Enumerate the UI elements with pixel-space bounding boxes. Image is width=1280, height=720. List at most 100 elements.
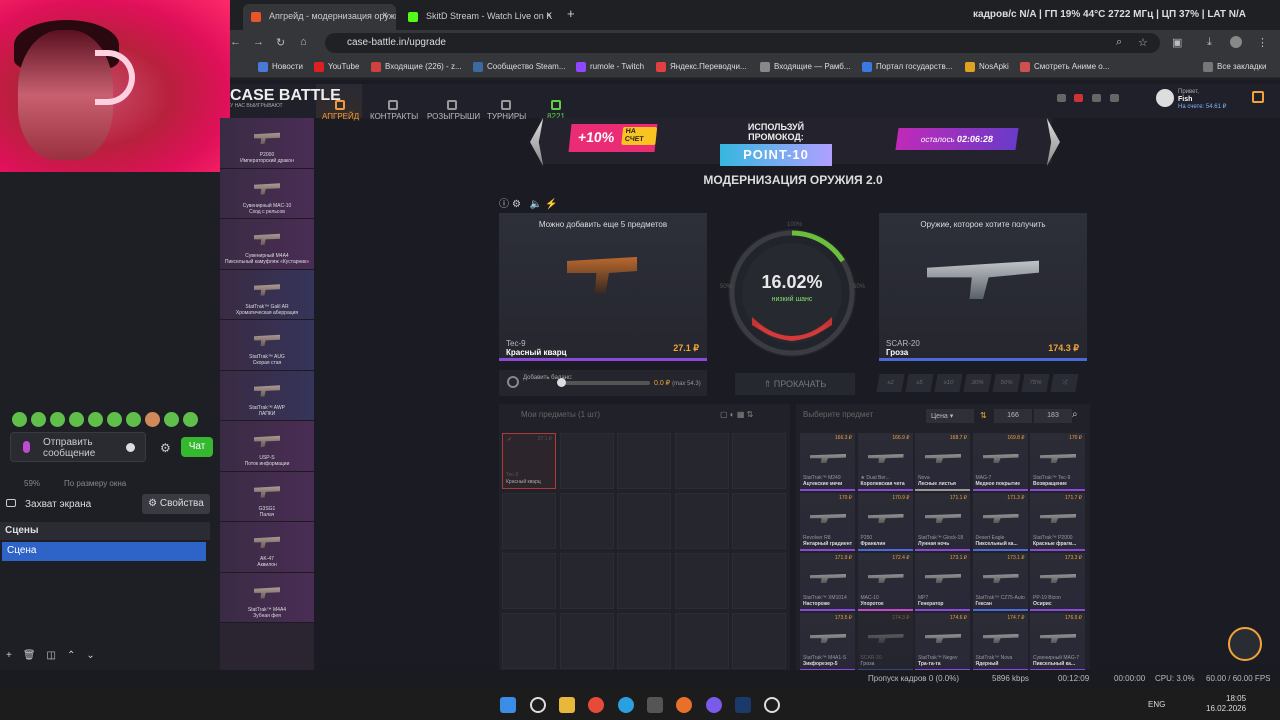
down-icon[interactable]: ⌄	[86, 650, 94, 661]
upgrade-button[interactable]: ⇑ ПРОКАЧАТЬ	[735, 373, 855, 395]
drop-item[interactable]: USP-S Поток информации	[220, 421, 314, 472]
cart-icon[interactable]	[1252, 91, 1264, 103]
empty-slot[interactable]	[502, 493, 556, 549]
fit-mode[interactable]: По размеру окна	[64, 479, 126, 488]
price-to-input[interactable]: 183	[1034, 409, 1072, 423]
multiplier-30[interactable]: 30%	[963, 374, 992, 392]
youtube-icon[interactable]	[1074, 94, 1083, 102]
back-icon[interactable]: ←	[230, 36, 241, 48]
drop-item[interactable]: P2000 Императорский дракон	[220, 118, 314, 169]
search-icon[interactable]: ⌕	[1072, 409, 1078, 420]
bookmark-item[interactable]: rumole - Twitch	[576, 62, 644, 72]
info-icon[interactable]: ⓘ	[499, 199, 512, 210]
balance-slider[interactable]	[560, 381, 650, 385]
drop-item[interactable]: Сувенирный M4A4 Пиксельный камуфляж «Куст…	[220, 219, 314, 270]
empty-slot[interactable]	[732, 493, 786, 549]
empty-slot[interactable]	[502, 553, 556, 609]
scene-item[interactable]: Сцена	[2, 542, 206, 561]
extensions-icon[interactable]: ▣	[1172, 36, 1182, 49]
market-item[interactable]: 173.1 ₽ StatTrak™ CZ75-Auto Гексан	[972, 553, 1028, 611]
empty-slot[interactable]	[617, 433, 671, 489]
delete-icon[interactable]: 🗑	[23, 650, 36, 661]
new-tab-button[interactable]: +	[567, 6, 575, 21]
promo-code-block[interactable]: ИСПОЛЬЗУЙ ПРОМОКОД: POINT-10	[720, 122, 832, 166]
sort-select[interactable]: Цена ▾	[926, 409, 974, 423]
telegram-icon[interactable]	[1057, 94, 1066, 102]
market-item[interactable]: 172.4 ₽ MAC-10 Упоротое	[857, 553, 913, 611]
discord-icon[interactable]	[1110, 94, 1119, 102]
market-item[interactable]: 174.7 ₽ StatTrak™ Nova Ядерный	[972, 613, 1028, 671]
nav-contracts[interactable]: КОНТРАКТЫ	[370, 100, 418, 121]
vk-icon[interactable]	[1092, 94, 1101, 102]
address-bar[interactable]: case-battle.in/upgrade	[325, 33, 1160, 53]
filter-icon[interactable]: ◫	[47, 650, 56, 661]
market-item[interactable]: 173.5 ₽ StatTrak™ M4A1-S Зикфорезер-5	[800, 613, 855, 671]
drop-item[interactable]: G3SG1 Палач	[220, 471, 314, 522]
app-icon[interactable]	[647, 697, 663, 713]
inventory-view-controls[interactable]: ▢ ◐ ▦ ⇅	[720, 410, 753, 419]
bookmark-item[interactable]: Входящие (226) - z...	[371, 62, 462, 72]
multiplier-x10[interactable]: x10	[934, 374, 963, 392]
discord-taskbar-icon[interactable]	[706, 697, 722, 713]
drop-item[interactable]: AK-47 Аквилон	[220, 522, 314, 573]
user-avatar[interactable]	[1156, 89, 1174, 107]
drop-item[interactable]: Сувенирный MAC-10 Сход с рельсов	[220, 168, 314, 219]
tab-upgrade[interactable]: Апгрейд - модернизация оружи ×	[243, 4, 396, 30]
promo-bonus[interactable]: +10% НА СЧЕТ	[568, 124, 658, 152]
empty-slot[interactable]	[617, 613, 671, 669]
fast-icon[interactable]: ⚡	[545, 199, 560, 210]
nav-tournaments[interactable]: ТУРНИРЫ	[487, 100, 526, 121]
chrome-icon[interactable]	[588, 697, 604, 713]
multiplier-x2[interactable]: x2	[876, 374, 905, 392]
market-search[interactable]: Выберите предмет	[803, 410, 873, 419]
empty-slot[interactable]	[674, 553, 729, 609]
forward-icon[interactable]: →	[253, 36, 264, 48]
bookmark-item[interactable]: YouTube	[314, 62, 359, 72]
target-item-card[interactable]: Оружие, которое хотите получить SCAR-20 …	[879, 213, 1087, 361]
empty-slot[interactable]	[502, 613, 556, 669]
market-item[interactable]: 173.1 ₽ MP7 Генератор	[915, 553, 970, 611]
sound-icon[interactable]: 🔈	[530, 199, 545, 210]
user-panel[interactable]: Привет, Fish На счете: 54.61 ₽	[1156, 89, 1226, 111]
bookmark-item[interactable]: Портал государств...	[862, 62, 952, 72]
market-item[interactable]: 166.3 ₽ StatTrak™ M249 Ацтекские мечи	[800, 433, 855, 491]
multiplier-50[interactable]: 50%	[992, 374, 1021, 392]
market-item[interactable]: 176.5 ₽ Сувенирный MAG-7 Пиксельный ка...	[1030, 613, 1085, 671]
support-chat-button[interactable]	[1228, 627, 1262, 661]
market-item[interactable]: 174.3 ₽ SCAR-20 Гроза	[857, 613, 913, 671]
market-item[interactable]: 171.3 ₽ Desert Eagle Пиксельный ка...	[972, 493, 1028, 551]
empty-slot[interactable]	[617, 493, 671, 549]
start-icon[interactable]	[500, 697, 516, 713]
empty-slot[interactable]	[559, 433, 614, 489]
bookmark-item[interactable]: NosApki	[965, 62, 1009, 72]
all-bookmarks[interactable]: Все закладки	[1203, 62, 1266, 72]
bookmark-item[interactable]: Смотреть Аниме о...	[1020, 62, 1109, 72]
chat-settings-icon[interactable]: ⚙	[160, 441, 171, 455]
close-tab-icon[interactable]: ×	[382, 10, 388, 21]
drop-item[interactable]: StatTrak™ AWP ЛАПКИ	[220, 370, 314, 421]
market-item[interactable]: 170.9 ₽ P250 Франклин	[857, 493, 913, 551]
empty-slot[interactable]	[674, 613, 729, 669]
tab-kick-stream[interactable]: SkitD Stream - Watch Live on K ×	[400, 4, 560, 30]
reload-icon[interactable]: ↻	[276, 36, 285, 49]
up-icon[interactable]: ⌃	[67, 650, 75, 661]
market-item[interactable]: 173.3 ₽ PP-19 Bizon Осирис	[1030, 553, 1085, 611]
market-item[interactable]: 171.1 ₽ StatTrak™ Glock-18 Лунная ночь	[915, 493, 970, 551]
empty-slot[interactable]	[674, 433, 729, 489]
my-item-slot-selected[interactable]: ✓ 27.1 ₽ Tec-9 Красный кварц	[502, 433, 556, 489]
bookmark-item[interactable]: Новости	[258, 62, 303, 72]
language-indicator[interactable]: ENG	[1148, 700, 1165, 709]
properties-button[interactable]: ⚙ Свойства	[142, 494, 210, 514]
refresh-icon[interactable]	[507, 376, 519, 388]
obs-icon[interactable]	[764, 697, 780, 713]
empty-slot[interactable]	[732, 553, 786, 609]
market-item[interactable]: 171.9 ₽ StatTrak™ XM1014 Настороже	[800, 553, 855, 611]
settings-icon[interactable]: ⚙	[512, 199, 524, 210]
bookmark-item[interactable]: Входящие — Рамб...	[760, 62, 851, 72]
clock[interactable]: 18:05 16.02.2026	[1206, 694, 1246, 714]
drop-item[interactable]: StatTrak™ Galil AR Хроматическая аберраци…	[220, 269, 314, 320]
empty-slot[interactable]	[617, 553, 671, 609]
empty-slot[interactable]	[559, 553, 614, 609]
nav-upgrade[interactable]: АПГРЕЙД	[322, 100, 359, 121]
bookmark-star-icon[interactable]: ☆	[1138, 36, 1148, 49]
